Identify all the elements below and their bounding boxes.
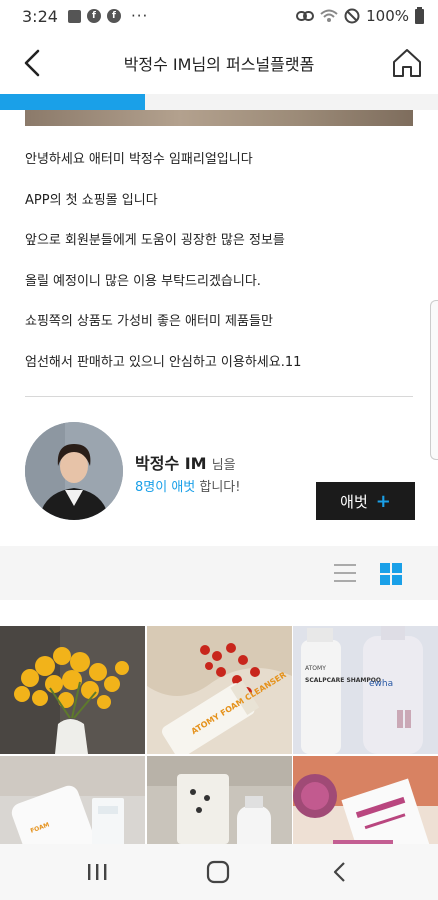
grid-photo-cleanser-tube[interactable]: FOAM [0,756,145,844]
nav-back-icon[interactable] [332,860,348,884]
profile-card: 박정수 IM 님을 8명이 애벗 합니다! 애벗 + [25,420,415,524]
more-notifications-icon: ··· [130,7,149,25]
intro-line: 올릴 예정이니 많은 이용 부탁드리겠습니다. [25,273,261,289]
page-title: 박정수 IM님의 퍼스널플랫폼 [123,55,315,74]
photo-grid: ATOMY FOAM CLEANSER ATOMY SCALPCARE SHAM… [0,626,438,844]
gallery-icon [67,9,81,23]
grid-photo-device[interactable] [147,756,292,844]
fan-button-label: 애벗 [340,492,368,511]
status-time: 3:24 [22,6,58,26]
grid-photo-shampoo[interactable]: ATOMY SCALPCARE SHAMPOO ewha [293,626,438,754]
intro-line: 안녕하세요 애터미 박정수 임패리얼입니다 [25,152,253,167]
grid-photo-sachets[interactable] [293,756,438,844]
intro-line: 쇼핑쪽의 상품도 가성비 좋은 애터미 제품들만 [25,314,273,329]
fan-count-suffix: 합니다! [199,480,241,495]
grid-view-icon[interactable] [380,563,402,585]
do-not-disturb-icon [344,8,360,24]
status-bar: 3:24 f f ··· 100% [0,0,438,32]
intro-line: 앞으로 회원분들에게 도움이 굉장한 많은 정보를 [25,233,285,248]
banner-image [25,110,413,126]
progress-fill [0,94,145,110]
battery-percent: 100% [366,7,409,25]
recent-apps-icon[interactable] [86,862,108,882]
home-icon[interactable] [390,46,424,80]
edge-panel-handle[interactable] [430,300,438,460]
facebook-icon: f [106,9,121,23]
intro-line: 엄선해서 판매하고 있으니 안심하고 이용하세요.11 [25,354,302,370]
fan-count: 8명이 애벗 [135,480,196,495]
nav-home-icon[interactable] [206,860,230,884]
system-nav-bar [0,844,438,900]
profile-name-suffix: 님을 [211,458,236,473]
list-view-icon[interactable] [334,563,356,583]
back-icon[interactable] [18,48,48,78]
wifi-icon [320,9,338,22]
divider [25,396,413,397]
avatar[interactable] [25,422,123,520]
progress-bar [0,94,438,110]
ewha-label: ewha [369,679,393,689]
intro-line: APP의 첫 쇼핑몰 입니다 [25,192,158,208]
grid-photo-cleanser[interactable]: ATOMY FOAM CLEANSER [147,626,292,754]
facebook-icon: f [86,9,101,23]
fan-count-line: 8명이 애벗 합니다! [135,476,240,495]
shampoo-brand: ATOMY [305,665,326,672]
profile-name-line: 박정수 IM 님을 [135,450,236,474]
link-icon [296,11,315,21]
system-icons: 100% [296,6,424,25]
battery-icon [415,6,424,24]
view-toggle-bar [0,546,438,600]
notification-icons: f f ··· [67,7,149,25]
grid-photo-flowers[interactable] [0,626,145,754]
plus-icon: + [375,490,391,512]
fan-button[interactable]: 애벗 + [316,482,415,520]
intro-text: 안녕하세요 애터미 박정수 임패리얼입니다 APP의 첫 쇼핑몰 입니다 앞으로… [25,140,415,383]
profile-name: 박정수 IM [135,454,207,473]
app-header: 박정수 IM님의 퍼스널플랫폼 [0,32,438,94]
